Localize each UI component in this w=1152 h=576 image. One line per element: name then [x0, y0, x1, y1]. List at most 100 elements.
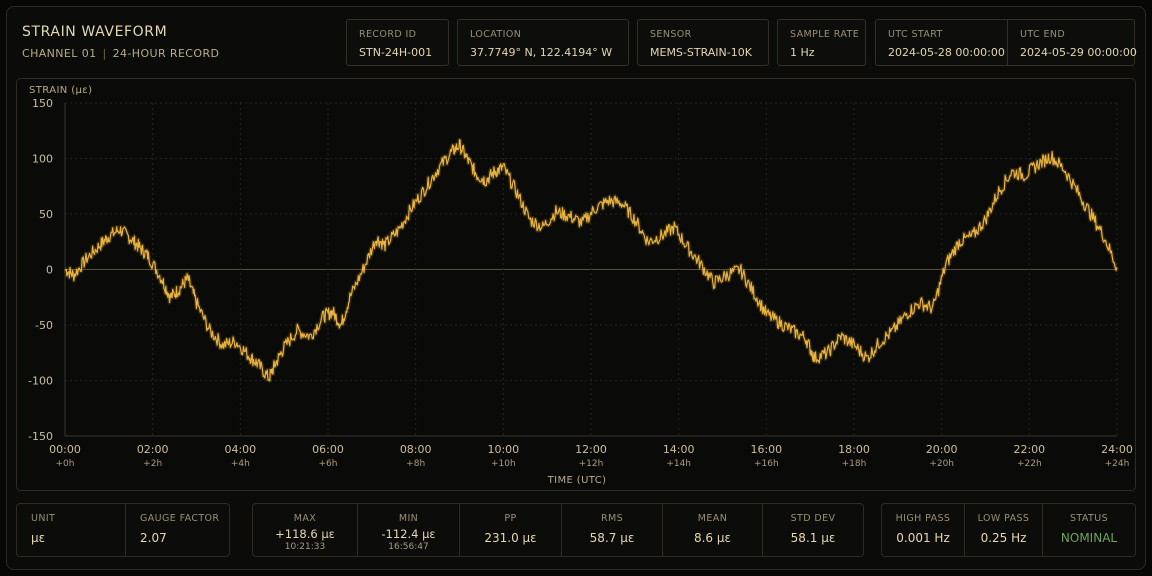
stat-label: HIGH PASS [895, 513, 951, 524]
meta-utc-end: UTC END 2024-05-29 00:00:00 [1007, 19, 1137, 66]
x-tick-label: 10:00 [487, 443, 519, 456]
x-tick-label: 06:00 [312, 443, 344, 456]
meta-value: STN-24H-001 [359, 46, 433, 59]
meta-label: LOCATION [470, 29, 522, 40]
x-tick-sublabel: +22h [1017, 459, 1042, 469]
stat-value: 58.1 με [790, 531, 836, 545]
stat-value: 58.7 με [589, 531, 635, 545]
chart-grid [64, 102, 1118, 437]
x-tick-sublabel: +14h [666, 459, 691, 469]
stat-high-pass: HIGH PASS 0.001 Hz [882, 504, 964, 556]
x-tick-labels: 00:00 +0h 02:00 +2h 04:00 +4h 06:00 +6h 08:00 +8h… [49, 443, 1133, 469]
y-tick-label: -100 [28, 375, 53, 388]
stat-value: 8.6 με [693, 531, 732, 545]
meta-record-id: RECORD ID STN-24H-001 [346, 19, 449, 66]
stat-label: STD DEV [790, 513, 836, 524]
x-axis-title: TIME (UTC) [547, 475, 607, 486]
stats-statistics-group: MAX +118.6 με 10:21:33 MIN -112.4 με 16:… [252, 503, 864, 557]
x-tick-label: 00:00 [49, 443, 81, 456]
stats-sensor-group: UNIT με GAUGE FACTOR 2.07 [16, 503, 230, 557]
strain-chart: STRAIN (με) 150 100 50 0 -50 -100 -150 00:00 +0… [28, 85, 1133, 486]
y-tick-label: 150 [32, 97, 53, 110]
record-type-label: 24-HOUR RECORD [112, 47, 220, 60]
y-axis-title: STRAIN (με) [29, 85, 92, 96]
meta-label: RECORD ID [359, 29, 417, 40]
stat-value: +118.6 με [275, 527, 335, 541]
meta-label: SAMPLE RATE [790, 29, 860, 40]
stat-timestamp: 10:21:33 [284, 542, 326, 552]
stat-value: 0.001 Hz [896, 531, 950, 545]
page-subtitle: CHANNEL 01 | 24-HOUR RECORD [22, 47, 219, 60]
x-tick-sublabel: +4h [231, 459, 250, 469]
meta-sensor: SENSOR MEMS-STRAIN-10K [637, 19, 769, 66]
stat-low-pass: LOW PASS 0.25 Hz [964, 504, 1042, 556]
x-tick-label: 24:00 [1101, 443, 1133, 456]
meta-value: 2024-05-29 00:00:00 [1020, 46, 1137, 59]
x-tick-label: 04:00 [224, 443, 256, 456]
x-tick-sublabel: +8h [406, 459, 425, 469]
stat-min: MIN -112.4 με 16:56:47 [357, 504, 459, 556]
stat-label: MAX [293, 513, 317, 524]
x-tick-label: 12:00 [575, 443, 607, 456]
stat-value: -112.4 με [381, 527, 436, 541]
x-tick-sublabel: +0h [56, 459, 75, 469]
stats-filter-group: HIGH PASS 0.001 Hz LOW PASS 0.25 Hz STAT… [881, 503, 1136, 557]
stat-value: 2.07 [140, 531, 167, 545]
meta-value: 37.7749° N, 122.4194° W [470, 46, 613, 59]
page-title: STRAIN WAVEFORM [22, 24, 168, 40]
x-tick-label: 08:00 [400, 443, 432, 456]
stat-value: 231.0 με [484, 531, 537, 545]
stat-label: STATUS [1069, 513, 1109, 524]
x-tick-sublabel: +10h [491, 459, 516, 469]
x-tick-label: 20:00 [926, 443, 958, 456]
stat-status: STATUS NOMINAL [1042, 504, 1135, 556]
meta-sample-rate: SAMPLE RATE 1 Hz [777, 19, 866, 66]
stat-pp: PP 231.0 με [459, 504, 561, 556]
meta-location: LOCATION 37.7749° N, 122.4194° W [457, 19, 629, 66]
channel-label: CHANNEL 01 [22, 47, 97, 60]
x-tick-sublabel: +12h [579, 459, 604, 469]
stat-label: PP [504, 513, 517, 524]
x-tick-sublabel: +18h [842, 459, 867, 469]
meta-value: 1 Hz [790, 46, 815, 59]
meta-label: UTC END [1020, 29, 1066, 40]
stat-label: MEAN [697, 513, 728, 524]
x-tick-label: 16:00 [750, 443, 782, 456]
meta-value: 2024-05-28 00:00:00 [888, 46, 1005, 59]
y-tick-label: -50 [35, 319, 53, 332]
meta-label: UTC START [888, 29, 943, 40]
y-tick-label: 50 [39, 208, 53, 221]
stat-label: MIN [398, 513, 419, 524]
x-tick-sublabel: +6h [319, 459, 338, 469]
y-tick-label: 0 [46, 264, 53, 277]
stat-label: RMS [600, 513, 624, 524]
stat-label: UNIT [31, 513, 56, 524]
stat-timestamp: 16:56:47 [388, 542, 429, 552]
status-value: NOMINAL [1060, 531, 1118, 545]
x-tick-label: 18:00 [838, 443, 870, 456]
y-tick-label: -150 [28, 430, 53, 443]
subtitle-separator: | [102, 47, 107, 60]
stat-label: GAUGE FACTOR [140, 513, 220, 524]
meta-utc-start: UTC START 2024-05-28 00:00:00 [875, 19, 1008, 66]
x-tick-label: 02:00 [137, 443, 169, 456]
stat-std-dev: STD DEV 58.1 με [762, 504, 863, 556]
x-tick-label: 22:00 [1013, 443, 1045, 456]
stat-label: LOW PASS [977, 513, 1030, 524]
stat-max: MAX +118.6 με 10:21:33 [253, 504, 357, 556]
stat-unit: UNIT με [17, 504, 125, 556]
x-tick-sublabel: +16h [754, 459, 779, 469]
meta-value: MEMS-STRAIN-10K [650, 46, 752, 59]
stat-gauge-factor: GAUGE FACTOR 2.07 [125, 504, 230, 556]
x-tick-sublabel: +20h [929, 459, 954, 469]
waveform-panel: STRAIN (με) 150 100 50 0 -50 -100 -150 00:00 +0… [16, 78, 1136, 491]
x-tick-sublabel: +24h [1105, 459, 1130, 469]
y-tick-labels: 150 100 50 0 -50 -100 -150 [28, 97, 53, 443]
x-tick-label: 14:00 [663, 443, 695, 456]
stat-rms: RMS 58.7 με [561, 504, 662, 556]
stat-value: 0.25 Hz [980, 531, 1027, 545]
stat-mean: MEAN 8.6 με [662, 504, 762, 556]
y-tick-label: 100 [32, 153, 53, 166]
stat-value: με [31, 531, 46, 545]
x-tick-sublabel: +2h [143, 459, 162, 469]
